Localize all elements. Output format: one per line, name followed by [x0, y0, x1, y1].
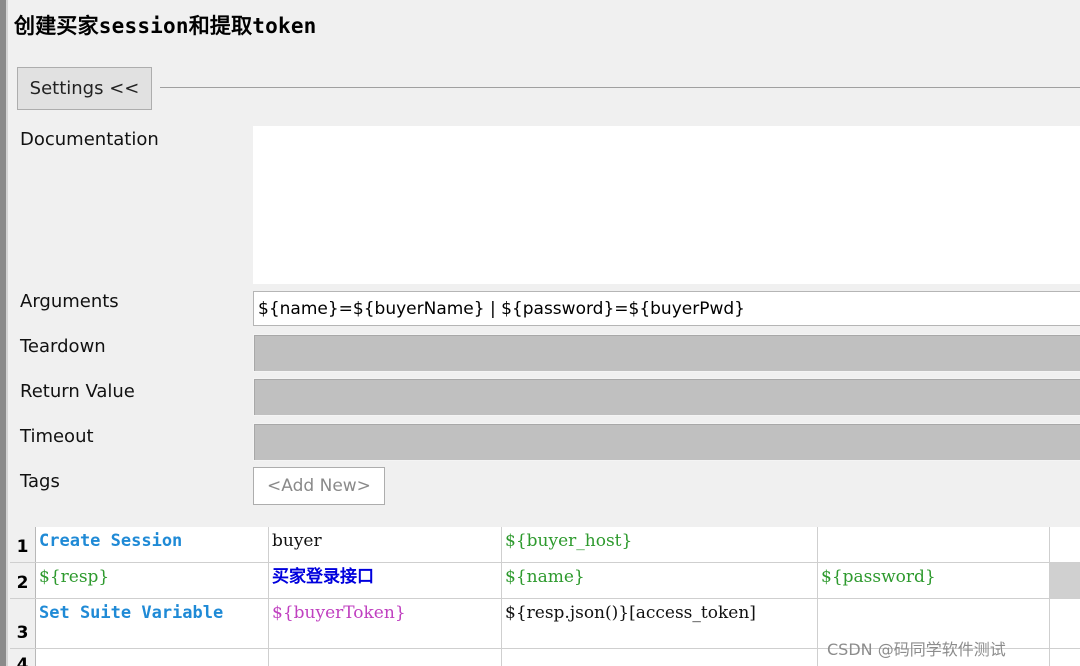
- grid-cell[interactable]: ${resp}: [36, 563, 269, 598]
- documentation-field[interactable]: [253, 126, 1080, 284]
- grid-cell[interactable]: 买家登录接口: [269, 563, 502, 598]
- table-row: 2 ${resp} 买家登录接口 ${name} ${password}: [10, 563, 1080, 599]
- teardown-label: Teardown: [20, 336, 106, 357]
- grid-cell[interactable]: ${buyer_host}: [502, 527, 818, 562]
- grid-cell[interactable]: [502, 649, 818, 666]
- documentation-label: Documentation: [20, 129, 159, 150]
- arguments-value: ${name}=${buyerName} | ${password}=${buy…: [258, 298, 745, 319]
- test-case-title: 创建买家session和提取token: [14, 14, 317, 38]
- arguments-field[interactable]: ${name}=${buyerName} | ${password}=${buy…: [253, 291, 1080, 326]
- grid-cell[interactable]: ${name}: [502, 563, 818, 598]
- watermark: CSDN @码同学软件测试: [827, 640, 1006, 659]
- grid-cell[interactable]: ${resp.json()}[access_token]: [502, 599, 818, 648]
- grid-cell[interactable]: Create Session: [36, 527, 269, 562]
- timeout-label: Timeout: [20, 426, 94, 447]
- return-value-field[interactable]: [253, 378, 1080, 416]
- grid-cell[interactable]: [36, 649, 269, 666]
- left-border-inner: [6, 0, 8, 666]
- grid-cell[interactable]: [818, 527, 1050, 562]
- grid-cell[interactable]: [269, 649, 502, 666]
- grid-cell[interactable]: Set Suite Variable: [36, 599, 269, 648]
- settings-divider: [160, 87, 1080, 88]
- row-number[interactable]: 3: [10, 599, 36, 648]
- timeout-field[interactable]: [253, 423, 1080, 461]
- grid-cell[interactable]: buyer: [269, 527, 502, 562]
- arguments-label: Arguments: [20, 291, 119, 312]
- return-value-label: Return Value: [20, 381, 135, 402]
- grid-cell[interactable]: ${buyerToken}: [269, 599, 502, 648]
- table-row: 1 Create Session buyer ${buyer_host}: [10, 527, 1080, 563]
- grid-cell[interactable]: ${password}: [818, 563, 1050, 598]
- tags-add-new-button[interactable]: <Add New>: [253, 467, 385, 505]
- scroll-indicator[interactable]: [1050, 563, 1080, 598]
- row-number[interactable]: 1: [10, 527, 36, 562]
- tags-label: Tags: [20, 471, 60, 492]
- row-number[interactable]: 4: [10, 649, 36, 666]
- teardown-field[interactable]: [253, 334, 1080, 372]
- settings-toggle-button[interactable]: Settings <<: [17, 67, 152, 110]
- row-number[interactable]: 2: [10, 563, 36, 598]
